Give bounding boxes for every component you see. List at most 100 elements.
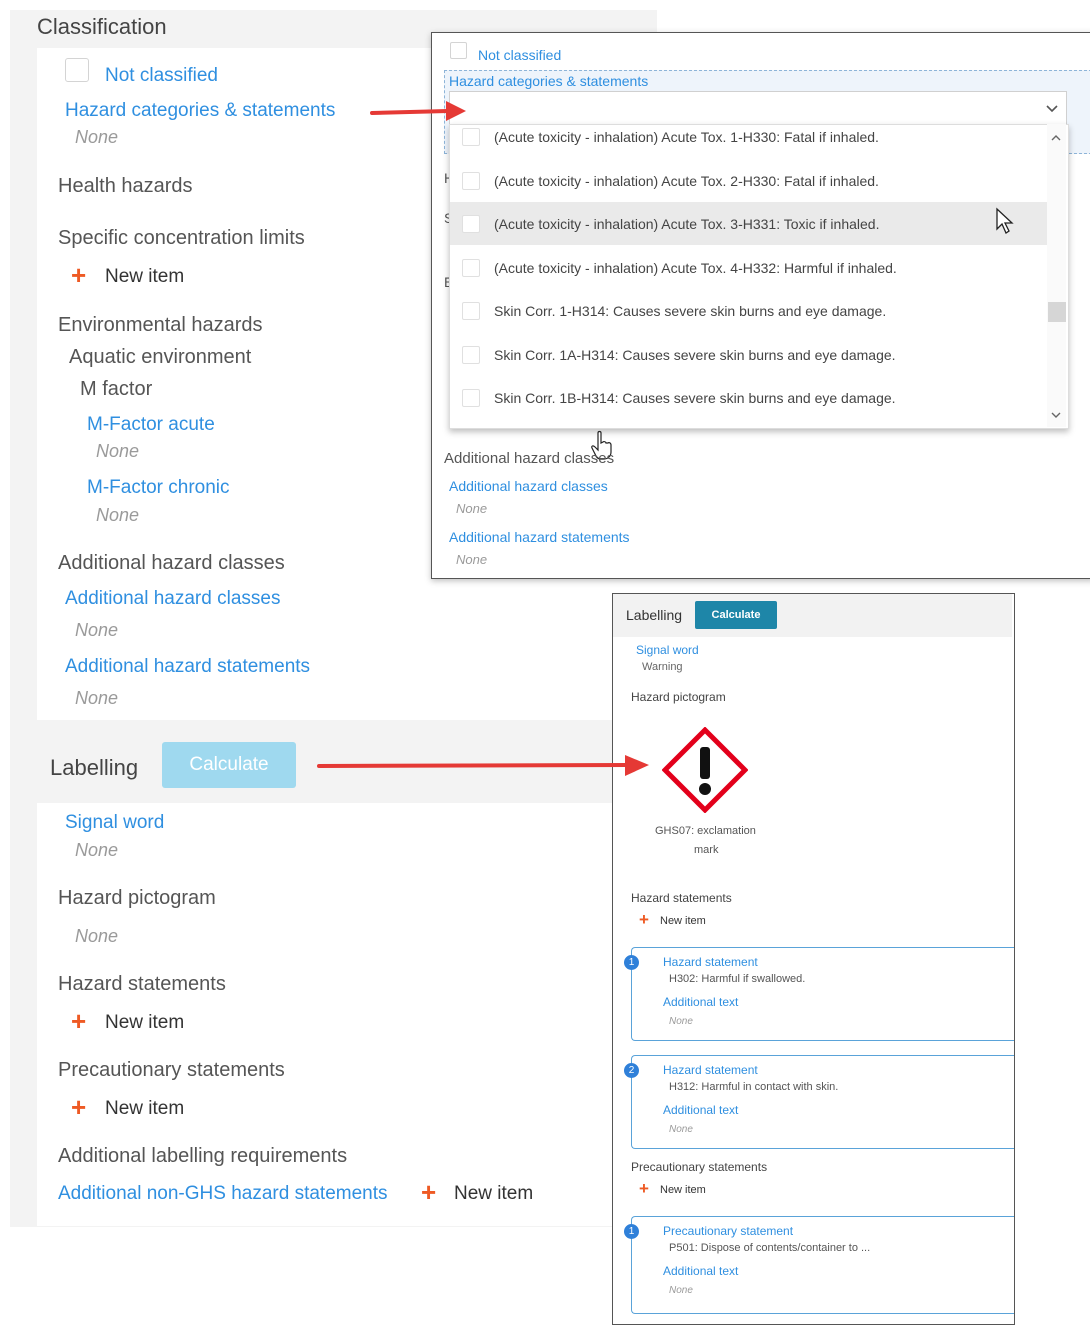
lr-hazard-pictogram-heading: Hazard pictogram <box>631 690 726 704</box>
new-item-plus-icon[interactable]: + <box>71 262 86 288</box>
calculate-button-active[interactable]: Calculate <box>695 601 777 629</box>
option-checkbox[interactable] <box>462 258 480 277</box>
pictogram-caption-2: mark <box>694 844 719 856</box>
lr-precautionary-heading: Precautionary statements <box>631 1160 768 1174</box>
additional-hazard-classes-value: None <box>75 620 119 640</box>
m-factor-heading: M factor <box>80 378 153 400</box>
dropdown-scrollbar[interactable] <box>1047 124 1066 427</box>
lr-signal-word-value: Warning <box>642 661 683 673</box>
dd-not-classified-label[interactable]: Not classified <box>478 47 561 63</box>
additional-hazard-classes-link[interactable]: Additional hazard classes <box>65 588 280 610</box>
option-label[interactable]: (Acute toxicity - inhalation) Acute Tox.… <box>494 216 879 232</box>
scroll-up-icon[interactable] <box>1051 134 1061 142</box>
scroll-down-icon[interactable] <box>1051 411 1061 419</box>
precautionary-statements-heading: Precautionary statements <box>58 1059 285 1081</box>
statement-index-badge: 2 <box>624 1063 639 1078</box>
ghs07-exclamation-icon <box>662 727 748 813</box>
additional-text-link[interactable]: Additional text <box>663 1103 738 1117</box>
lr-hazard-statements-heading: Hazard statements <box>631 891 732 905</box>
hazard-statements-plus-icon[interactable]: + <box>71 1008 86 1034</box>
additional-non-ghs-link[interactable]: Additional non-GHS hazard statements <box>58 1183 388 1205</box>
precautionary-statement-link[interactable]: Precautionary statement <box>663 1224 793 1238</box>
additional-hazard-statements-link[interactable]: Additional hazard statements <box>65 656 310 678</box>
dd-additional-hazard-statements-value: None <box>456 552 488 567</box>
hazard-statement-link[interactable]: Hazard statement <box>663 1063 758 1077</box>
signal-word-link[interactable]: Signal word <box>65 812 164 834</box>
option-checkbox[interactable] <box>462 127 480 146</box>
m-factor-chronic-link[interactable]: M-Factor chronic <box>87 477 230 499</box>
option-label[interactable]: Skin Corr. 1B-H314: Causes severe skin b… <box>494 390 896 406</box>
specific-concentration-limits-heading: Specific concentration limits <box>58 227 305 249</box>
classification-title: Classification <box>37 14 167 39</box>
precautionary-statement-value: P501: Dispose of contents/container to .… <box>669 1242 871 1254</box>
additional-labelling-heading: Additional labelling requirements <box>58 1145 348 1167</box>
lr-hazard-plus-icon[interactable]: + <box>639 911 649 928</box>
health-hazards-heading: Health hazards <box>58 175 193 197</box>
hazard-statements-new-item[interactable]: New item <box>105 1012 184 1034</box>
statement-index-badge: 1 <box>624 1224 639 1239</box>
hazard-statement-link[interactable]: Hazard statement <box>663 955 758 969</box>
lr-precautionary-plus-icon[interactable]: + <box>639 1180 649 1197</box>
option-checkbox[interactable] <box>462 214 480 233</box>
statement-index-badge: 1 <box>624 955 639 970</box>
option-row[interactable]: Skin Corr. 1B-H314: Causes severe skin b… <box>450 376 1047 419</box>
calculate-button[interactable]: Calculate <box>162 742 296 788</box>
dd-additional-hazard-statements-link[interactable]: Additional hazard statements <box>449 529 630 545</box>
hazard-categories-link[interactable]: Hazard categories & statements <box>65 100 335 122</box>
hazard-pictogram-value: None <box>75 926 119 946</box>
option-checkbox[interactable] <box>462 388 480 407</box>
additional-text-link[interactable]: Additional text <box>663 1264 738 1278</box>
option-row[interactable]: (Acute toxicity - inhalation) Acute Tox.… <box>450 246 1047 289</box>
arrow-to-labelling-result-icon <box>317 755 649 776</box>
hazard-categories-value: None <box>75 127 119 147</box>
hazard-statement-value: H312: Harmful in contact with skin. <box>669 1081 839 1093</box>
option-row[interactable]: (Acute toxicity - inhalation) Acute Tox.… <box>450 125 1047 158</box>
dd-not-classified-checkbox[interactable] <box>450 42 467 59</box>
additional-text-value: None <box>669 1016 693 1027</box>
labelling-result-title: Labelling <box>626 607 683 623</box>
additional-non-ghs-plus-icon[interactable]: + <box>421 1179 436 1205</box>
m-factor-acute-link[interactable]: M-Factor acute <box>87 414 215 436</box>
option-label[interactable]: Skin Corr. 1-H314: Causes severe skin bu… <box>494 303 886 319</box>
option-row[interactable]: Skin Corr. 1-H314: Causes severe skin bu… <box>450 289 1047 332</box>
option-checkbox[interactable] <box>462 345 480 364</box>
hazard-options-list[interactable]: (Acute toxicity - inhalation) Acute Tox.… <box>449 124 1069 429</box>
environmental-hazards-heading: Environmental hazards <box>58 314 263 336</box>
additional-non-ghs-new-item[interactable]: New item <box>454 1183 533 1205</box>
option-label[interactable]: Skin Corr. 1A-H314: Causes severe skin b… <box>494 347 896 363</box>
precautionary-plus-icon[interactable]: + <box>71 1094 86 1120</box>
option-row-hovered[interactable]: (Acute toxicity - inhalation) Acute Tox.… <box>450 202 1047 245</box>
hazard-statement-value: H302: Harmful if swallowed. <box>669 973 806 985</box>
additional-text-link[interactable]: Additional text <box>663 995 738 1009</box>
dd-additional-hazard-classes-heading: Additional hazard classes <box>444 450 615 467</box>
option-label[interactable]: (Acute toxicity - inhalation) Acute Tox.… <box>494 173 879 189</box>
additional-hazard-statements-value: None <box>75 688 119 708</box>
chevron-down-icon[interactable] <box>1046 102 1058 114</box>
not-classified-checkbox[interactable] <box>65 58 89 82</box>
additional-text-value: None <box>669 1124 693 1135</box>
option-checkbox[interactable] <box>462 301 480 320</box>
new-item-button[interactable]: New item <box>105 266 184 288</box>
pictogram-caption-1: GHS07: exclamation <box>655 825 756 837</box>
precautionary-new-item[interactable]: New item <box>105 1098 184 1120</box>
lr-signal-word-link[interactable]: Signal word <box>636 643 699 657</box>
dd-field-label: Hazard categories & statements <box>449 73 649 89</box>
arrow-to-dropdown-icon <box>370 101 466 121</box>
not-classified-label[interactable]: Not classified <box>105 65 218 87</box>
additional-text-value: None <box>669 1285 693 1296</box>
option-label[interactable]: (Acute toxicity - inhalation) Acute Tox.… <box>494 129 879 145</box>
aquatic-environment-heading: Aquatic environment <box>69 346 252 368</box>
option-row[interactable]: Skin Corr. 1A-H314: Causes severe skin b… <box>450 333 1047 376</box>
lr-precautionary-new-item[interactable]: New item <box>660 1184 706 1196</box>
scrollbar-thumb[interactable] <box>1048 302 1066 322</box>
dd-additional-hazard-classes-value: None <box>456 501 488 516</box>
m-factor-acute-value: None <box>96 441 140 461</box>
mouse-pointer-icon <box>996 207 1014 234</box>
hazard-categories-select[interactable] <box>449 91 1067 126</box>
dd-additional-hazard-classes-link[interactable]: Additional hazard classes <box>449 478 608 494</box>
option-row[interactable]: (Acute toxicity - inhalation) Acute Tox.… <box>450 159 1047 202</box>
option-checkbox[interactable] <box>462 171 480 190</box>
lr-hazard-new-item[interactable]: New item <box>660 915 706 927</box>
option-label[interactable]: (Acute toxicity - inhalation) Acute Tox.… <box>494 260 897 276</box>
m-factor-chronic-value: None <box>96 505 140 525</box>
